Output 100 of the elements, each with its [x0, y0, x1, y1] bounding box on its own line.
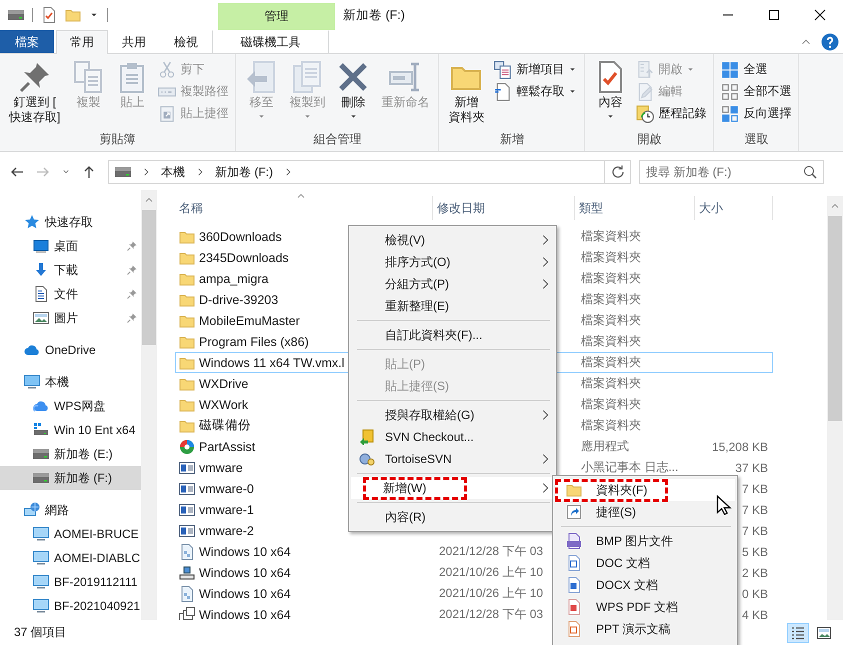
type-text: 檔案資料夾	[581, 292, 641, 306]
installer-icon	[179, 564, 195, 580]
ribbon-button[interactable]: 全選	[718, 59, 794, 80]
nav-item[interactable]: BF-2021040921	[0, 594, 141, 618]
menu-item[interactable]: 捷徑(S)	[555, 501, 735, 523]
ribbon-button[interactable]: 新增項目	[491, 59, 580, 80]
monitor-icon	[24, 374, 40, 390]
group-label: 開啟	[636, 131, 662, 148]
menu-item[interactable]: 檢視(V)	[351, 229, 554, 251]
nav-item[interactable]: 快速存取	[0, 210, 141, 234]
ribbon-tab[interactable]: 共用	[108, 30, 160, 53]
windows-stack-icon	[179, 606, 195, 620]
refresh-button[interactable]	[605, 160, 631, 184]
address-bar[interactable]: 本機 新加卷 (F:)	[108, 160, 605, 184]
breadcrumb[interactable]: 新加卷 (F:)	[215, 164, 273, 180]
nav-item[interactable]: 下載	[0, 258, 141, 282]
menu-item[interactable]: WPS PDF 文档	[555, 596, 735, 618]
nav-item[interactable]: Win 10 Ent x64	[0, 418, 141, 442]
drive-icon	[33, 449, 49, 459]
drive-icon	[33, 422, 49, 438]
menu-item[interactable]: DOCX 文档	[555, 574, 735, 596]
column-header[interactable]: 類型	[575, 196, 695, 220]
date-text: 2021/12/28 下午 03	[439, 544, 544, 558]
details-view-icon	[790, 624, 806, 640]
app-icon	[179, 438, 195, 454]
nav-item[interactable]: 網路	[0, 498, 141, 522]
menu-item[interactable]: DOC 文档	[555, 552, 735, 574]
menu-item[interactable]: BMP 图片文件	[555, 530, 735, 552]
help-icon[interactable]	[821, 32, 839, 50]
nav-item[interactable]: 新加卷 (E:)	[0, 442, 141, 466]
menu-item[interactable]: 新增(W)	[351, 477, 554, 499]
ribbon-tab[interactable]: 檢視	[160, 30, 212, 53]
nav-item[interactable]: AOMEI-BRUCE	[0, 522, 141, 546]
document-icon	[494, 82, 512, 100]
column-header[interactable]: 名稱	[175, 196, 433, 220]
file-name: Program Files (x86)	[199, 334, 309, 348]
file-name: vmware-1	[199, 502, 254, 516]
svn-icon	[359, 429, 375, 445]
file-name: ampa_migra	[199, 272, 268, 286]
date-text: 2021/10/26 上午 10	[439, 565, 544, 579]
column-header[interactable]: 修改日期	[433, 196, 575, 220]
nav-item[interactable]: 文件	[0, 282, 141, 306]
ribbon-button[interactable]: 新增 資料夾	[443, 57, 490, 129]
menu-item[interactable]: 排序方式(O)	[351, 251, 554, 273]
nav-item[interactable]: AOMEI-DIABLC	[0, 546, 141, 570]
search-field[interactable]: 搜尋 新加卷 (F:)	[639, 160, 824, 184]
menu-item[interactable]: PPT 演示文稿	[555, 618, 735, 640]
file-name: Windows 10 x64	[199, 566, 291, 580]
menu-item[interactable]: 資料夾(F)	[555, 479, 735, 501]
ribbon-button[interactable]: 內容	[589, 57, 632, 129]
column-header[interactable]: 大小	[695, 196, 773, 220]
ribbon-button[interactable]: 輕鬆存取	[491, 81, 580, 102]
size-text: 2 KB	[742, 566, 768, 580]
network-icon	[24, 502, 40, 518]
menu-item[interactable]: 內容(R)	[351, 506, 554, 528]
view-button[interactable]	[787, 622, 809, 642]
move-icon	[245, 61, 278, 93]
nav-item[interactable]: 本機	[0, 370, 141, 394]
size-text: 7 KB	[742, 482, 768, 496]
contextual-tab-header: 管理	[218, 3, 335, 30]
ribbon-button[interactable]: 全部不選	[718, 81, 794, 102]
menu-item[interactable]: 重新整理(E)	[351, 295, 554, 317]
properties-icon[interactable]	[41, 7, 57, 23]
edit-icon	[636, 82, 654, 100]
nav-item[interactable]: 圖片	[0, 306, 141, 330]
breadcrumb[interactable]: 本機	[161, 164, 185, 180]
item-count: 37 個項目	[14, 624, 67, 641]
ribbon-button[interactable]: 釘選到 [ 快速存取]	[4, 57, 66, 129]
file-name: Windows 10 x64	[199, 544, 291, 558]
document-icon	[33, 286, 49, 302]
ribbon-tab[interactable]: 常用	[56, 30, 108, 54]
scrollbar[interactable]	[141, 190, 157, 620]
type-text: 檔案資料夾	[581, 271, 641, 285]
file-name: Windows 11 x64 TW.vmx.l	[199, 356, 344, 370]
nav-item[interactable]: WPS网盘	[0, 394, 141, 418]
text-file-icon	[179, 522, 195, 538]
scissors-icon	[158, 60, 176, 78]
menu-item[interactable]: SVN Checkout...	[351, 426, 554, 448]
ribbon-tab[interactable]: 檔案	[0, 30, 54, 53]
menu-item[interactable]: TortoiseSVN	[351, 448, 554, 470]
nav-item[interactable]: 新加卷 (F:)	[0, 466, 141, 490]
monitor-icon	[33, 526, 49, 542]
ribbon-button[interactable]: 反向選擇	[718, 103, 794, 124]
refresh-icon	[610, 164, 626, 180]
menu-item[interactable]: 自訂此資料夾(F)...	[351, 324, 554, 346]
shortcut-icon	[566, 504, 582, 520]
size-text: 0 KB	[742, 586, 768, 600]
file-name: vmware-2	[199, 524, 254, 538]
file-name: 磁碟備份	[199, 417, 251, 434]
size-text: 7 KB	[742, 524, 768, 538]
nav-item[interactable]: 桌面	[0, 234, 141, 258]
ribbon-tab[interactable]: 磁碟機工具	[212, 30, 329, 53]
ribbon-button[interactable]: 刪除	[332, 57, 374, 129]
menu-item[interactable]: 分組方式(P)	[351, 273, 554, 295]
text-file-icon	[179, 480, 195, 496]
ribbon-button[interactable]: 歷程記錄	[633, 103, 710, 124]
menu-item[interactable]: 授與存取權給(G)	[351, 404, 554, 426]
nav-item[interactable]: OneDrive	[0, 338, 141, 362]
nav-item[interactable]: BF-2019112111	[0, 570, 141, 594]
scrollbar[interactable]	[827, 196, 843, 620]
